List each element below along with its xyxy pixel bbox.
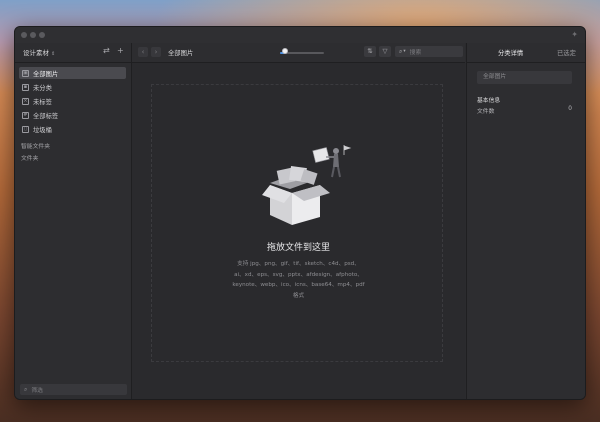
sidebar-item-label: 全部图片 bbox=[33, 70, 59, 78]
trash-icon: ▯ bbox=[22, 125, 29, 133]
flag-icon bbox=[343, 145, 352, 155]
sidebar-item-label: 未分类 bbox=[33, 84, 52, 92]
empty-box-illustration bbox=[262, 145, 352, 225]
supported-formats-line: 格式 bbox=[292, 292, 305, 299]
sidebar-item-label: 垃圾桶 bbox=[33, 126, 52, 134]
sidebar-item-label: 全部标签 bbox=[33, 112, 59, 120]
pin-icon[interactable]: ✦ bbox=[571, 30, 578, 39]
breadcrumb: 全部图片 bbox=[168, 50, 194, 57]
inspector-panel: 分类详情 已选定 全部图片 基本信息 文件数 0 bbox=[466, 43, 585, 399]
title-bar: ✦ bbox=[15, 27, 585, 43]
sort-button[interactable]: ⇅ bbox=[364, 46, 376, 57]
library-selector[interactable]: 设计素材 ⇕ bbox=[23, 47, 55, 57]
search-input[interactable]: ⌕ ▾ 搜索 bbox=[395, 46, 463, 57]
sidebar: 设计素材 ⇕ ⇄ + ▣ 全部图片 ▪ 未分类 × 未标签 # 全部标签 ▯ 垃… bbox=[15, 43, 132, 399]
category-name-field[interactable]: 全部图片 bbox=[477, 71, 572, 84]
forward-button[interactable]: › bbox=[151, 47, 161, 57]
search-icon: ⌕ bbox=[399, 47, 403, 55]
add-icon[interactable]: + bbox=[117, 46, 124, 55]
untagged-icon: × bbox=[22, 97, 29, 105]
sort-icon: ⇅ bbox=[367, 47, 373, 55]
toolbar: ‹ › 全部图片 ⇅ ▽ ⌕ ▾ 搜索 bbox=[132, 43, 465, 63]
sidebar-item-uncategorized[interactable]: ▪ 未分类 bbox=[19, 81, 126, 93]
chevron-updown-icon: ⇕ bbox=[51, 51, 56, 57]
divider bbox=[467, 62, 585, 63]
folders-header[interactable]: 文件夹 bbox=[21, 153, 38, 162]
library-name: 设计素材 bbox=[23, 49, 49, 57]
supported-formats-text: 支持 jpg、png、gif、tif、sketch、c4d、psd、 ai、xd… bbox=[216, 259, 381, 301]
chevron-down-icon: ▾ bbox=[403, 49, 406, 54]
supported-formats-line: ai、xd、eps、svg、pptx、afdesign、afphoto、 bbox=[234, 271, 363, 278]
person-legs bbox=[331, 166, 341, 178]
filter-button[interactable]: ▽ bbox=[379, 46, 391, 57]
file-count-label: 文件数 bbox=[477, 109, 495, 115]
supported-formats-line: 支持 jpg、png、gif、tif、sketch、c4d、psd、 bbox=[237, 261, 360, 267]
file-count-value: 0 bbox=[568, 106, 572, 112]
sidebar-item-all-tags[interactable]: # 全部标签 bbox=[19, 109, 126, 121]
search-icon: ⌕ bbox=[24, 385, 28, 393]
uncategorized-icon: ▪ bbox=[22, 83, 29, 91]
person-body bbox=[333, 154, 339, 167]
sidebar-item-trash[interactable]: ▯ 垃圾桶 bbox=[19, 123, 126, 135]
sidebar-filter-placeholder: 筛选 bbox=[31, 388, 43, 394]
person-head bbox=[333, 148, 339, 154]
close-window-button[interactable] bbox=[21, 32, 27, 38]
sort-swap-icon[interactable]: ⇄ bbox=[103, 46, 110, 55]
supported-formats-line: keynote、webp、ico、icns、base64、mp4、pdf bbox=[232, 282, 365, 288]
back-button[interactable]: ‹ bbox=[138, 47, 148, 57]
smart-folders-header[interactable]: 智能文件夹 bbox=[21, 141, 50, 150]
tags-icon: # bbox=[22, 111, 29, 119]
crate bbox=[312, 147, 330, 163]
filter-icon: ▽ bbox=[382, 47, 388, 55]
sidebar-item-all-images[interactable]: ▣ 全部图片 bbox=[19, 67, 126, 79]
drop-title: 拖放文件到这里 bbox=[266, 243, 330, 253]
sidebar-item-label: 未标签 bbox=[33, 98, 52, 106]
tab-category-details[interactable]: 分类详情 bbox=[498, 48, 523, 57]
sidebar-item-untagged[interactable]: × 未标签 bbox=[19, 95, 126, 107]
zoom-window-button[interactable] bbox=[39, 32, 45, 38]
tab-selected[interactable]: 已选定 bbox=[557, 48, 576, 57]
images-icon: ▣ bbox=[22, 69, 29, 77]
file-count-row: 文件数 0 bbox=[477, 106, 572, 115]
search-placeholder: 搜索 bbox=[409, 50, 422, 56]
sidebar-filter-input[interactable]: ⌕ 筛选 bbox=[20, 384, 127, 395]
app-window: ✦ 设计素材 ⇕ ⇄ + ▣ 全部图片 ▪ 未分类 × 未标签 # 全部标签 ▯… bbox=[14, 26, 586, 400]
basic-info-heading: 基本信息 bbox=[477, 98, 501, 104]
divider bbox=[15, 62, 131, 63]
minimize-window-button[interactable] bbox=[30, 32, 36, 38]
main-content: 拖放文件到这里 支持 jpg、png、gif、tif、sketch、c4d、ps… bbox=[132, 63, 465, 399]
